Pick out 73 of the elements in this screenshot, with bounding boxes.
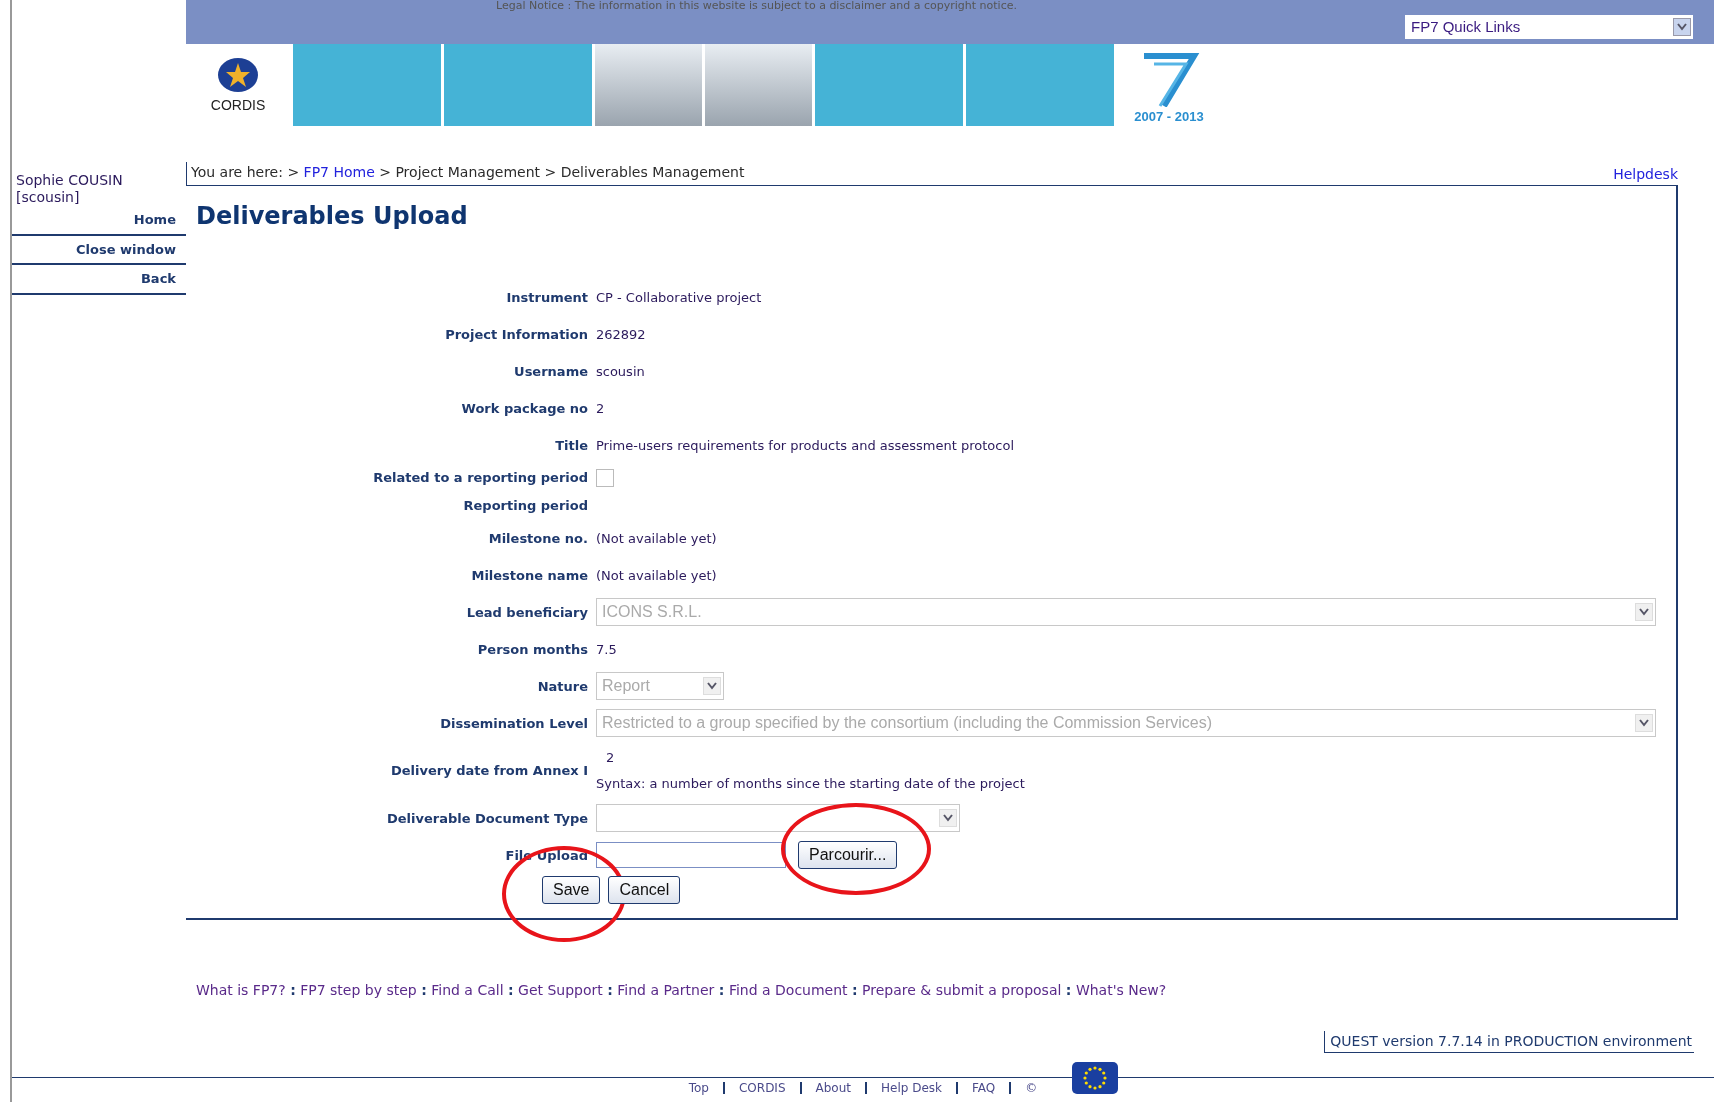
link-separator: : [718, 981, 725, 998]
field-value: (Not available yet) [596, 529, 717, 548]
field-label: Username [513, 362, 589, 381]
select-field: ICONS S.R.L. [596, 598, 1656, 627]
field-hint: Syntax: a number of months since the starting date of the project [596, 774, 1025, 793]
link-separator: : [508, 981, 514, 998]
field-label: Delivery date from Annex I [389, 762, 589, 781]
link-separator: : [421, 981, 427, 998]
field-label: Milestone no. [487, 529, 589, 548]
logo-text: CORDIS [210, 95, 266, 115]
browse-button[interactable]: Parcourir... [798, 841, 898, 870]
footer-link[interactable]: FP7 step by step [300, 981, 417, 998]
footer-link[interactable]: What's New? [1075, 981, 1167, 998]
field-value: 2 [596, 399, 605, 418]
link-separator: : [852, 981, 858, 998]
sidebar-link[interactable]: Home [12, 206, 186, 236]
legal-notice: Legal Notice : The information in this website is subject to a disclaimer and a copyright notice. [495, 0, 1017, 12]
checkbox[interactable] [596, 468, 614, 487]
breadcrumb-label: You are here: > [191, 164, 300, 180]
bottom-link[interactable]: Help Desk [865, 1081, 956, 1094]
breadcrumb-separator: > [544, 164, 557, 180]
select-field[interactable] [596, 804, 960, 833]
sidebar-link[interactable]: Close window [12, 235, 186, 265]
field-value: (Not available yet) [596, 566, 717, 585]
footer-link[interactable]: Find a Call [431, 981, 504, 998]
field-label: Title [554, 436, 589, 455]
field-label: Dissemination Level [439, 714, 589, 733]
breadcrumb-separator: > [379, 164, 391, 180]
field-label: Lead beneficiary [465, 603, 589, 622]
bottom-link[interactable]: FAQ [956, 1081, 1010, 1094]
field-value: CP - Collaborative project [596, 288, 762, 307]
select-field: Report [596, 672, 724, 701]
breadcrumb-item: Project Management [395, 164, 540, 180]
field-value: 2 [605, 749, 616, 768]
sidebar-link[interactable]: Back [12, 265, 186, 295]
link-separator: : [607, 981, 613, 998]
bottom-link[interactable]: CORDIS [722, 1081, 800, 1094]
file-input-field[interactable] [596, 842, 786, 869]
footer-link[interactable]: What is FP7? [196, 981, 286, 998]
field-label: Deliverable Document Type [385, 809, 589, 828]
helpdesk-link[interactable]: Helpdesk [1613, 164, 1678, 185]
field-label: Project Information [444, 325, 589, 344]
field-value: scousin [596, 362, 645, 381]
footer-link[interactable]: Find a Document [728, 981, 848, 998]
field-label: Work package no [460, 399, 589, 418]
form-button[interactable]: Save [542, 875, 601, 904]
breadcrumb-link[interactable]: FP7 Home [303, 164, 375, 180]
quick-links-dropdown[interactable]: FP7 Quick Links [1404, 14, 1694, 40]
version-text: QUEST version 7.7.14 in PRODUCTION environment [1324, 1030, 1694, 1053]
footer-link[interactable]: Find a Partner [617, 981, 715, 998]
field-value: 7.5 [596, 640, 617, 659]
years-text: 2007 - 2013 [1134, 107, 1204, 126]
select-field: Restricted to a group specified by the consortium (including the Commission Services) [596, 709, 1656, 738]
field-label: Reporting period [462, 497, 589, 516]
footer-link[interactable]: Prepare & submit a proposal [862, 981, 1062, 998]
breadcrumb-item: Deliverables Management [560, 164, 745, 180]
field-value: Prime-users requirements for products and assessment protocol [596, 436, 1015, 455]
field-label: Related to a reporting period [372, 469, 589, 488]
page-title: Deliverables Upload [196, 202, 469, 231]
field-label: Milestone name [470, 566, 589, 585]
field-label: Person months [476, 640, 589, 659]
form-button[interactable]: Cancel [608, 875, 681, 904]
field-label: Nature [536, 677, 589, 696]
bottom-link[interactable]: © [1009, 1081, 1052, 1094]
field-label: Instrument [505, 288, 589, 307]
bottom-link[interactable]: About [799, 1081, 865, 1094]
link-separator: : [1065, 981, 1072, 998]
link-separator: : [290, 981, 296, 998]
footer-link[interactable]: Get Support [518, 981, 603, 998]
eu-flag-icon [1072, 1061, 1118, 1094]
field-value: 262892 [596, 325, 646, 344]
bottom-link[interactable]: Top [674, 1081, 723, 1094]
user-name: Sophie COUSIN [scousin] [15, 171, 124, 206]
